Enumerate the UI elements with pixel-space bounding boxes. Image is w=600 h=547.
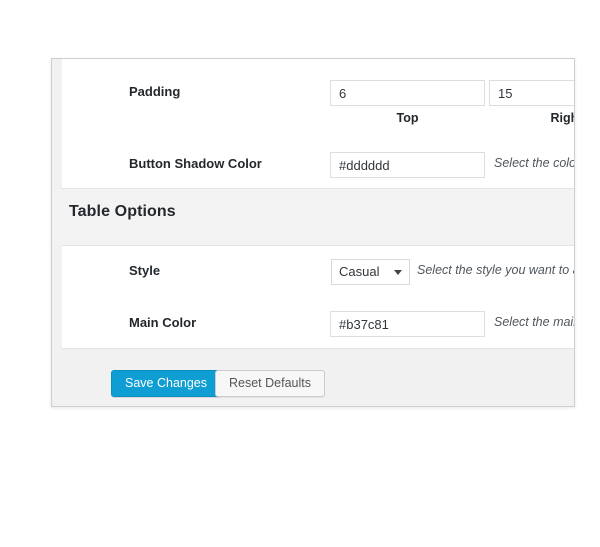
style-select-value: Casual [339,264,379,279]
table-options-title: Table Options [69,203,176,221]
reset-defaults-button[interactable]: Reset Defaults [215,370,325,397]
padding-right-sublabel: Right [489,111,575,125]
padding-top-sublabel: Top [330,111,485,125]
style-select[interactable]: Casual [331,259,410,285]
button-shadow-color-description: Select the color you want t [494,156,575,170]
padding-top-input[interactable] [330,80,485,106]
row-style: Style Casual Select the style you want t… [62,256,575,316]
button-options-card: Padding Top Right Button Shadow Color Se… [62,59,575,189]
style-description: Select the style you want to apply to al… [417,263,575,277]
settings-panel: Padding Top Right Button Shadow Color Se… [51,58,575,407]
style-label: Style [129,263,160,278]
table-options-card: Style Casual Select the style you want t… [62,245,575,349]
padding-right-input[interactable] [489,80,575,106]
main-color-label: Main Color [129,315,196,330]
chevron-down-icon [394,270,402,275]
padding-label: Padding [129,84,180,99]
table-options-section-header: Table Options [52,189,575,245]
row-main-color: Main Color Select the main color for ta [62,308,575,349]
row-padding: Padding Top Right [62,77,575,137]
main-color-input[interactable] [330,311,485,337]
button-shadow-color-input[interactable] [330,152,485,178]
save-changes-button[interactable]: Save Changes [111,370,221,397]
button-shadow-color-label: Button Shadow Color [129,156,262,171]
row-button-shadow-color: Button Shadow Color Select the color you… [62,149,575,189]
main-color-description: Select the main color for ta [494,315,575,329]
